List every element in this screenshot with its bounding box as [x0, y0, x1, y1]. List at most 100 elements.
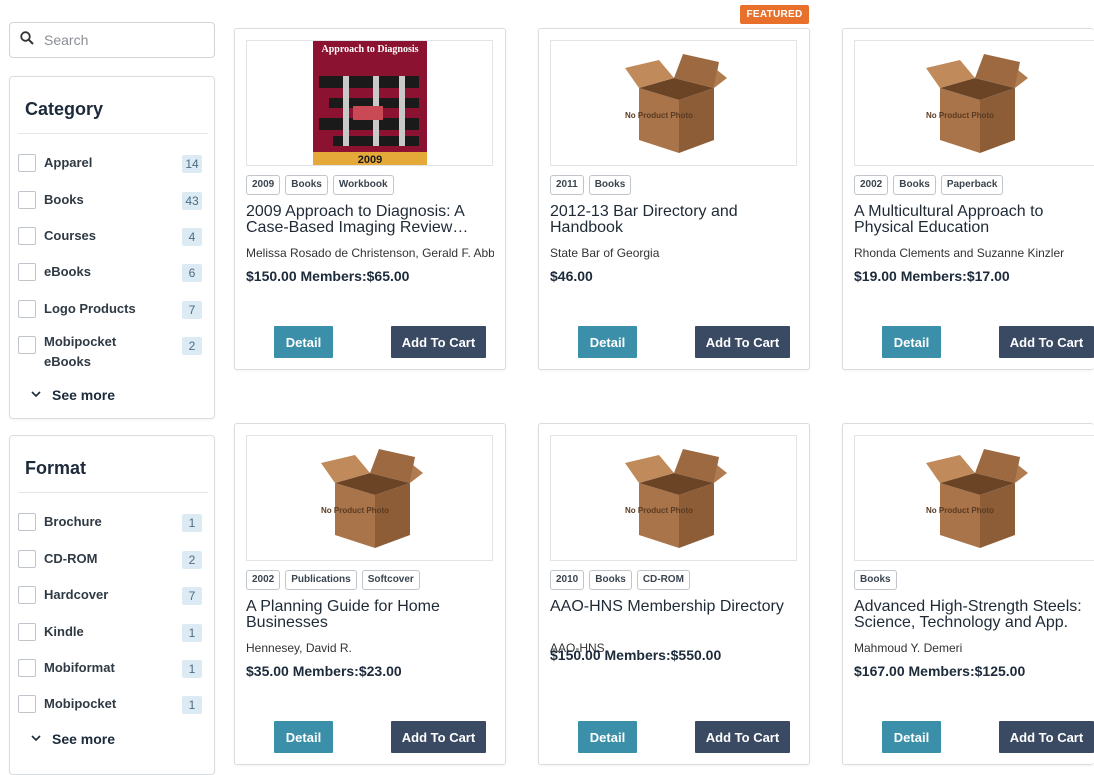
- product-title[interactable]: A Planning Guide for Home Businesses: [246, 599, 496, 631]
- product-title[interactable]: AAO-HNS Membership Directory: [550, 599, 800, 615]
- no-photo-box-icon: No Product Photo: [926, 449, 1028, 548]
- detail-button[interactable]: Detail: [274, 326, 333, 358]
- tag[interactable]: Books: [285, 175, 328, 195]
- detail-button[interactable]: Detail: [882, 721, 941, 753]
- product-author: Rhonda Clements and Suzanne Kinzler: [854, 246, 1065, 260]
- detail-button[interactable]: Detail: [274, 721, 333, 753]
- product-author: Mahmoud Y. Demeri: [854, 641, 963, 655]
- divider: [18, 492, 208, 493]
- detail-button[interactable]: Detail: [882, 326, 941, 358]
- product-title[interactable]: 2012-13 Bar Directory and Handbook: [550, 204, 800, 236]
- product-card: No Product Photo 2002 Books Paperback A …: [842, 28, 1094, 370]
- facet-item[interactable]: CD-ROM 2: [18, 549, 202, 569]
- tag[interactable]: 2010: [550, 570, 585, 590]
- tag-list: 2010 Books CD-ROM: [550, 570, 690, 590]
- facet-count: 1: [182, 660, 202, 678]
- tag-list: 2002 Books Paperback: [854, 175, 1004, 195]
- tag[interactable]: Books: [893, 175, 936, 195]
- see-more-button[interactable]: See more: [30, 387, 115, 403]
- facet-count: 1: [182, 514, 202, 532]
- add-to-cart-button[interactable]: Add To Cart: [999, 721, 1094, 753]
- tag[interactable]: CD-ROM: [636, 570, 690, 590]
- product-image[interactable]: Approach to Diagnosis 2009: [246, 40, 493, 166]
- checkbox[interactable]: [18, 191, 36, 209]
- tag-list: 2009 Books Workbook: [246, 175, 394, 195]
- chevron-down-icon: [30, 731, 52, 747]
- checkbox[interactable]: [18, 550, 36, 568]
- facet-label: Books: [44, 192, 84, 207]
- checkbox[interactable]: [18, 695, 36, 713]
- facet-item[interactable]: Mobipocket eBooks 2: [18, 332, 202, 372]
- add-to-cart-button[interactable]: Add To Cart: [695, 326, 790, 358]
- checkbox[interactable]: [18, 586, 36, 604]
- product-price: $150.00 Members:$550.00: [550, 647, 722, 663]
- tag[interactable]: Publications: [285, 570, 357, 590]
- search-box[interactable]: [9, 22, 215, 58]
- tag[interactable]: Books: [589, 570, 632, 590]
- tag[interactable]: Books: [854, 570, 897, 590]
- tag[interactable]: 2009: [246, 175, 281, 195]
- facet-item[interactable]: Mobiformat 1: [18, 658, 202, 678]
- checkbox[interactable]: [18, 263, 36, 281]
- checkbox[interactable]: [18, 659, 36, 677]
- featured-badge: FEATURED: [740, 5, 809, 24]
- tag[interactable]: Paperback: [940, 175, 1004, 195]
- facet-item[interactable]: Logo Products 7: [18, 299, 202, 319]
- checkbox[interactable]: [18, 623, 36, 641]
- divider: [18, 133, 208, 134]
- tag[interactable]: 2002: [246, 570, 281, 590]
- product-price: $35.00 Members:$23.00: [246, 663, 402, 679]
- checkbox[interactable]: [18, 300, 36, 318]
- detail-button[interactable]: Detail: [578, 326, 637, 358]
- facet-item[interactable]: eBooks 6: [18, 262, 202, 282]
- product-author: State Bar of Georgia: [550, 246, 660, 260]
- product-card: No Product Photo 2010 Books CD-ROM AAO-H…: [538, 423, 810, 765]
- facet-item[interactable]: Books 43: [18, 190, 202, 210]
- product-price: $167.00 Members:$125.00: [854, 663, 1026, 679]
- tag[interactable]: 2011: [550, 175, 584, 195]
- add-to-cart-button[interactable]: Add To Cart: [391, 721, 486, 753]
- product-image[interactable]: No Product Photo: [246, 435, 493, 561]
- search-input[interactable]: [42, 31, 206, 49]
- see-more-button[interactable]: See more: [30, 731, 115, 747]
- no-photo-label: No Product Photo: [926, 506, 994, 515]
- checkbox[interactable]: [18, 513, 36, 531]
- product-image[interactable]: No Product Photo: [550, 40, 797, 166]
- category-panel: Category Apparel 14 Books 43 Courses 4 eBoo…: [9, 76, 215, 419]
- facet-item[interactable]: Hardcover 7: [18, 585, 202, 605]
- tag[interactable]: Books: [588, 175, 632, 195]
- add-to-cart-button[interactable]: Add To Cart: [999, 326, 1094, 358]
- facet-item[interactable]: Apparel 14: [18, 153, 202, 173]
- product-image[interactable]: No Product Photo: [854, 40, 1094, 166]
- add-to-cart-button[interactable]: Add To Cart: [695, 721, 790, 753]
- detail-button[interactable]: Detail: [578, 721, 637, 753]
- facet-item[interactable]: Kindle 1: [18, 622, 202, 642]
- facet-item[interactable]: Brochure 1: [18, 512, 202, 532]
- facet-count: 43: [182, 192, 202, 210]
- product-title[interactable]: A Multicultural Approach to Physical Edu…: [854, 204, 1094, 236]
- tag[interactable]: Softcover: [361, 570, 420, 590]
- no-photo-label: No Product Photo: [926, 111, 994, 120]
- facet-count: 1: [182, 624, 202, 642]
- cover-title: Approach to Diagnosis: [321, 44, 418, 55]
- no-photo-box-icon: No Product Photo: [624, 54, 727, 153]
- no-photo-box-icon: No Product Photo: [926, 54, 1028, 153]
- facet-count: 2: [182, 551, 202, 569]
- product-card: No Product Photo 2011 Books 2012-13 Bar …: [538, 28, 810, 370]
- product-title[interactable]: Advanced High-Strength Steels: Science, …: [854, 599, 1094, 631]
- facet-count: 7: [182, 587, 202, 605]
- checkbox[interactable]: [18, 154, 36, 172]
- tag[interactable]: Workbook: [332, 175, 394, 195]
- facet-count: 14: [182, 155, 202, 173]
- product-image[interactable]: No Product Photo: [854, 435, 1094, 561]
- product-title[interactable]: 2009 Approach to Diagnosis: A Case-Based…: [246, 204, 496, 236]
- product-card: Approach to Diagnosis 2009 2009 Books Wo…: [234, 28, 506, 370]
- facet-count: 7: [182, 301, 202, 319]
- add-to-cart-button[interactable]: Add To Cart: [391, 326, 486, 358]
- facet-item[interactable]: Courses 4: [18, 226, 202, 246]
- checkbox[interactable]: [18, 227, 36, 245]
- product-image[interactable]: No Product Photo: [550, 435, 797, 561]
- facet-item[interactable]: Mobipocket 1: [18, 694, 202, 714]
- tag[interactable]: 2002: [854, 175, 889, 195]
- checkbox[interactable]: [18, 336, 36, 354]
